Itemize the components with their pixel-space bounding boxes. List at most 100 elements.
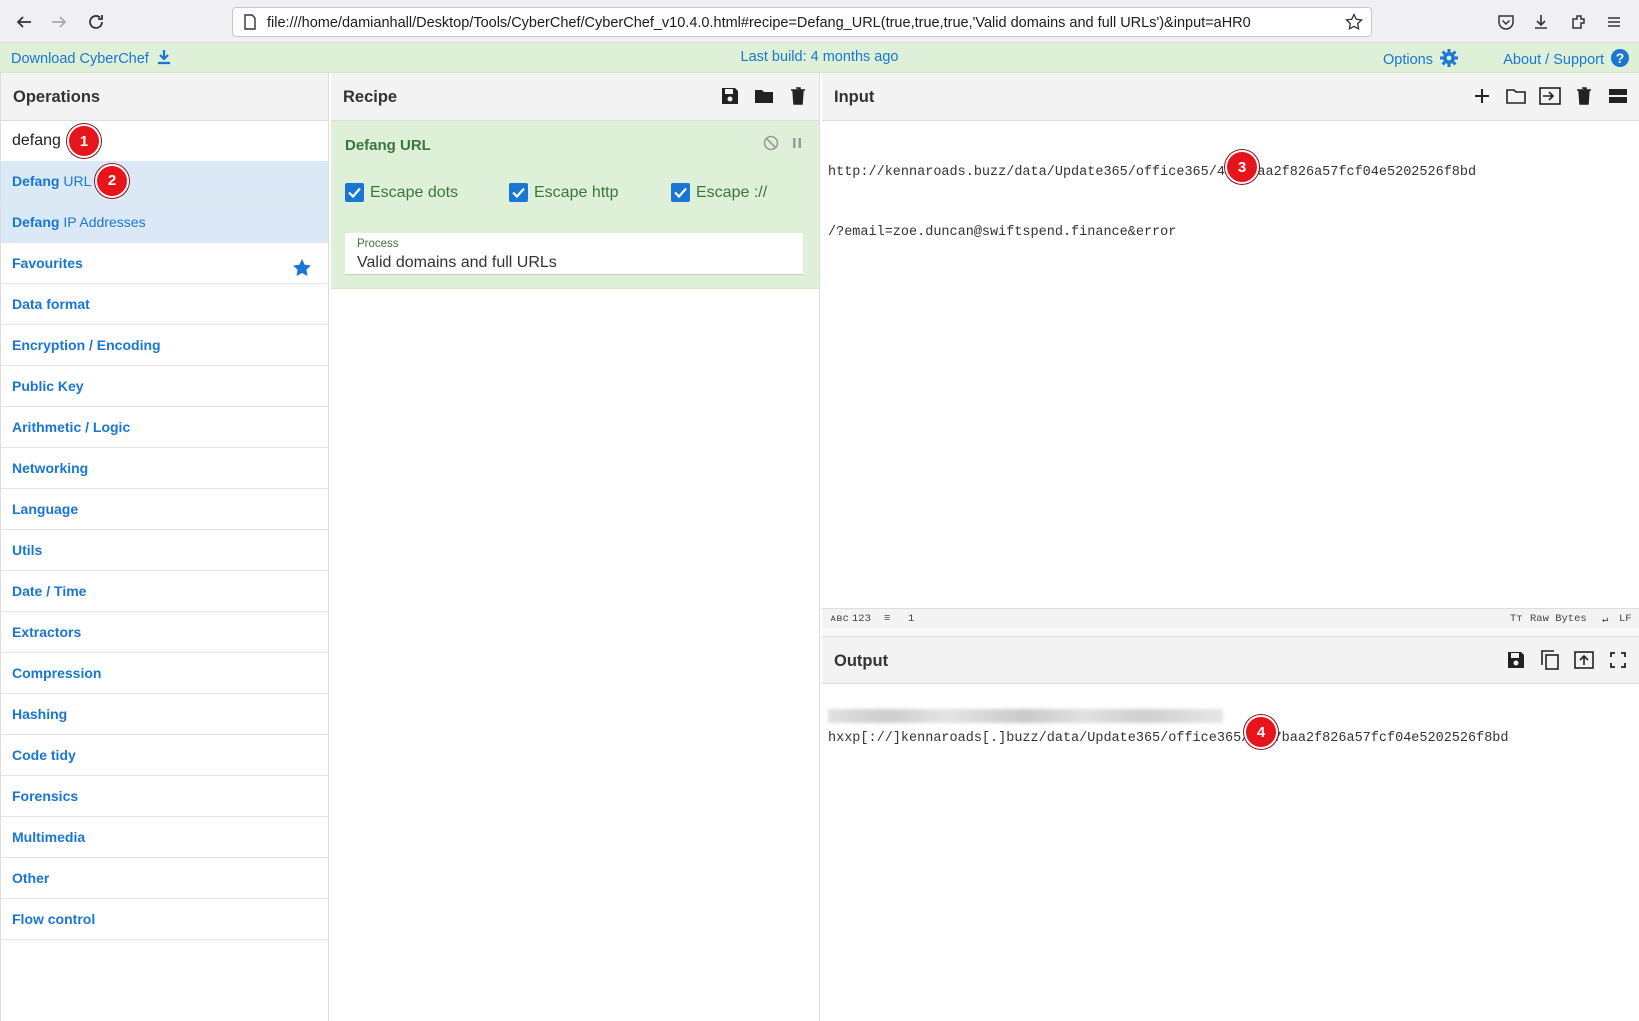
process-select[interactable]: Process Valid domains and full URLs xyxy=(345,233,803,275)
input-title: Input xyxy=(834,88,875,106)
open-folder-icon[interactable] xyxy=(1505,85,1527,107)
output-toolbar xyxy=(1505,649,1629,671)
category-label: Date / Time xyxy=(12,583,87,599)
category-label: Flow control xyxy=(12,911,96,927)
operations-search-input[interactable] xyxy=(1,121,328,161)
io-divider[interactable] xyxy=(822,628,1639,636)
line-count: 1 xyxy=(908,613,915,625)
category-label: Forensics xyxy=(12,788,79,804)
checkbox-checked-icon xyxy=(345,183,364,202)
eol-label[interactable]: LF xyxy=(1619,613,1632,625)
copy-icon[interactable] xyxy=(1539,649,1561,671)
category-flow-control[interactable]: Flow control xyxy=(1,899,328,940)
category-label: Code tidy xyxy=(12,747,76,763)
options-button[interactable]: Options xyxy=(1383,48,1459,72)
input-line: http://kennaroads.buzz/data/Update365/of… xyxy=(828,165,1477,180)
trash-icon[interactable] xyxy=(787,85,809,107)
category-other[interactable]: Other xyxy=(1,858,328,899)
recipe-operation-defang-url[interactable]: Defang URL Escape dots Escape http Escap… xyxy=(331,121,819,289)
eol-icon: ↵ xyxy=(1602,614,1609,626)
category-label: Hashing xyxy=(12,706,68,722)
category-label: Multimedia xyxy=(12,829,86,845)
category-arithmetic-logic[interactable]: Arithmetic / Logic xyxy=(1,407,328,448)
annotation-marker: 1 xyxy=(67,124,101,158)
pause-icon[interactable] xyxy=(789,135,805,156)
output-line: hxxp[://]kennaroads[.]buzz/data/Update36… xyxy=(828,731,1509,746)
category-hashing[interactable]: Hashing xyxy=(1,694,328,735)
menu-icon[interactable] xyxy=(1603,11,1625,33)
recipe-op-title: Defang URL xyxy=(345,137,431,154)
downloads-icon[interactable] xyxy=(1530,11,1552,33)
input-status-bar: ᴀʙᴄ 123 ≡ 1 Tт Raw Bytes ↵ LF xyxy=(822,608,1639,628)
disable-icon[interactable] xyxy=(763,135,779,156)
category-networking[interactable]: Networking xyxy=(1,448,328,489)
about-support-button[interactable]: About / Support ? xyxy=(1503,48,1630,72)
browser-toolbar: file:///home/damianhall/Desktop/Tools/Cy… xyxy=(0,0,1639,43)
abc-icon: ᴀʙᴄ xyxy=(830,613,849,625)
category-language[interactable]: Language xyxy=(1,489,328,530)
category-label: Compression xyxy=(12,665,102,681)
escape-http-checkbox[interactable]: Escape http xyxy=(509,183,619,202)
reload-icon[interactable] xyxy=(84,10,108,34)
maximise-icon[interactable] xyxy=(1607,649,1629,671)
category-label: Data format xyxy=(12,296,90,312)
encoding-label[interactable]: Raw Bytes xyxy=(1530,613,1587,625)
pocket-icon[interactable] xyxy=(1495,11,1517,33)
escape-dots-checkbox[interactable]: Escape dots xyxy=(345,183,458,202)
output-textarea[interactable]: hxxp[://]kennaroads[.]buzz/data/Update36… xyxy=(828,689,1509,789)
recipe-toolbar xyxy=(719,85,809,107)
annotation-marker: 3 xyxy=(1225,150,1259,184)
result-bold: Defang xyxy=(12,173,60,189)
search-result-defang-url[interactable]: Defang URL 2 xyxy=(1,161,328,202)
category-label: Public Key xyxy=(12,378,84,394)
save-icon[interactable] xyxy=(719,85,741,107)
open-file-icon[interactable] xyxy=(1539,85,1561,107)
search-result-defang-ip[interactable]: Defang IP Addresses xyxy=(1,202,328,243)
category-multimedia[interactable]: Multimedia xyxy=(1,817,328,858)
category-compression[interactable]: Compression xyxy=(1,653,328,694)
category-date-time[interactable]: Date / Time xyxy=(1,571,328,612)
page-icon xyxy=(243,14,257,35)
url-text: file:///home/damianhall/Desktop/Tools/Cy… xyxy=(267,15,1251,31)
category-public-key[interactable]: Public Key xyxy=(1,366,328,407)
category-extractors[interactable]: Extractors xyxy=(1,612,328,653)
checkbox-label: Escape http xyxy=(534,183,619,201)
category-code-tidy[interactable]: Code tidy xyxy=(1,735,328,776)
replace-input-icon[interactable] xyxy=(1573,649,1595,671)
layout-icon[interactable] xyxy=(1607,85,1629,107)
add-tab-icon[interactable] xyxy=(1471,85,1493,107)
category-label: Networking xyxy=(12,460,89,476)
recipe-title: Recipe xyxy=(343,88,398,106)
category-forensics[interactable]: Forensics xyxy=(1,776,328,817)
result-rest: IP Addresses xyxy=(59,214,146,230)
category-encryption-encoding[interactable]: Encryption / Encoding xyxy=(1,325,328,366)
operations-panel: Operations 1 Defang URL 2 Defang IP Addr… xyxy=(0,73,329,1021)
forward-icon[interactable] xyxy=(47,10,71,34)
gear-icon xyxy=(1439,48,1459,72)
category-label: Language xyxy=(12,501,79,517)
save-output-icon[interactable] xyxy=(1505,649,1527,671)
output-title: Output xyxy=(834,652,889,670)
io-panel: Input http://kennaroads.buzz/data/Update… xyxy=(822,73,1639,1021)
operations-header: Operations xyxy=(1,73,328,121)
annotation-marker: 2 xyxy=(95,164,129,198)
category-data-format[interactable]: Data format xyxy=(1,284,328,325)
blurred-redaction xyxy=(828,709,1223,723)
process-value: Valid domains and full URLs xyxy=(357,254,557,271)
bookmark-star-icon[interactable] xyxy=(1345,12,1363,36)
category-utils[interactable]: Utils xyxy=(1,530,328,571)
category-label: Favourites xyxy=(12,255,83,271)
category-favourites[interactable]: Favourites xyxy=(1,243,328,284)
encoding-icon: Tт xyxy=(1510,613,1523,625)
category-label: Utils xyxy=(12,542,43,558)
back-icon[interactable] xyxy=(12,10,36,34)
folder-icon[interactable] xyxy=(753,85,775,107)
escape-slashes-checkbox[interactable]: Escape :// xyxy=(671,183,767,202)
input-textarea[interactable]: http://kennaroads.buzz/data/Update365/of… xyxy=(828,123,1476,283)
operations-title: Operations xyxy=(13,88,101,106)
extensions-icon[interactable] xyxy=(1568,11,1590,33)
trash-icon[interactable] xyxy=(1573,85,1595,107)
address-bar[interactable]: file:///home/damianhall/Desktop/Tools/Cy… xyxy=(232,7,1372,37)
recipe-op-controls xyxy=(763,135,805,156)
recipe-header: Recipe xyxy=(331,73,819,121)
